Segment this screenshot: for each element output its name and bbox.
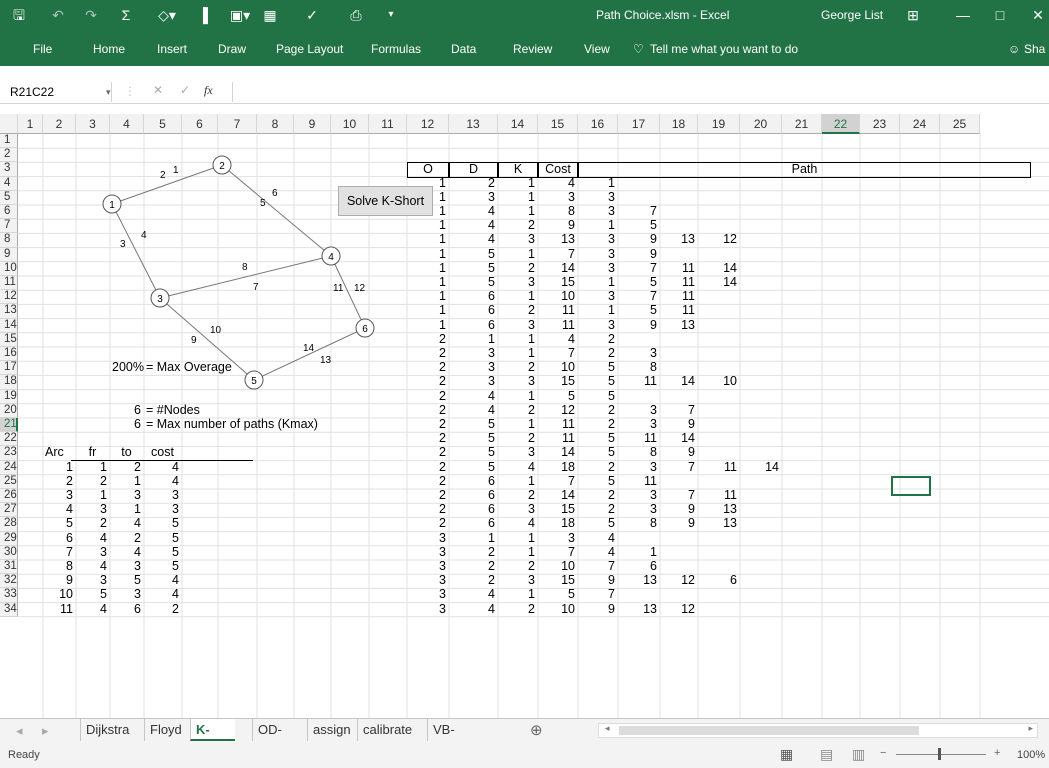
share-icon[interactable]: ☺ xyxy=(1008,41,1020,57)
worksheet-grid[interactable]: 1 2 3 4 5 6 7 8 9 10 11 12 13 14 15 16 17 18 19 20 21 22 23 24 2… xyxy=(0,114,1049,718)
arc-line xyxy=(159,297,255,381)
sheet-tab-floyd[interactable]: Floyd xyxy=(144,719,187,741)
tell-me-box[interactable]: Tell me what you want to do xyxy=(650,41,798,57)
lightbulb-icon: ♡ xyxy=(633,42,644,56)
network-node-label: 4 xyxy=(328,252,334,263)
network-node-label: 1 xyxy=(109,200,115,211)
arc-label: 2 xyxy=(160,170,166,181)
zoom-out-icon[interactable]: − xyxy=(880,747,886,759)
name-box-value: R21C22 xyxy=(10,85,55,99)
arc-line xyxy=(221,164,332,257)
page-break-view-icon[interactable]: ▥ xyxy=(852,746,865,763)
undo-icon[interactable]: ↶ xyxy=(50,7,66,23)
tab-formulas[interactable]: Formulas xyxy=(371,41,421,57)
network-node-label: 6 xyxy=(362,324,368,335)
tab-review[interactable]: Review xyxy=(513,41,552,57)
formula-bar: R21C22 ▾ ⋮ ✕ ✓ fx xyxy=(0,80,1049,104)
arc-label: 3 xyxy=(120,239,126,250)
sheet-tab-od-est[interactable]: OD-Est xyxy=(252,719,287,759)
network-node-label: 5 xyxy=(251,376,257,387)
arc-label: 6 xyxy=(272,188,278,199)
scroll-right-icon[interactable]: ▸ xyxy=(42,723,49,739)
save-icon[interactable]: 🖫 xyxy=(10,7,28,23)
arc-label: 14 xyxy=(303,343,315,354)
arc-line xyxy=(111,203,161,299)
network-diagram: 123456 2 1653487 11 121091413 xyxy=(102,155,375,390)
enter-icon[interactable]: ✓ xyxy=(180,83,190,97)
arc-label: 7 xyxy=(253,282,259,293)
arc-label: 9 xyxy=(191,335,197,346)
close-icon[interactable]: ✕ xyxy=(1030,7,1046,23)
arc-label: 4 xyxy=(141,230,147,241)
name-box[interactable]: R21C22 ▾ xyxy=(4,82,112,102)
tab-page-layout[interactable]: Page Layout xyxy=(276,41,343,57)
new-sheet-icon[interactable]: ⊕ xyxy=(530,721,543,739)
arc-label: 8 xyxy=(242,262,248,273)
window-title: Path Choice.xlsm - Excel xyxy=(596,8,730,22)
arc-line xyxy=(253,327,366,381)
status-ready: Ready xyxy=(8,749,40,761)
arc-label: 13 xyxy=(320,355,332,366)
formula-input[interactable] xyxy=(232,82,1042,102)
hscroll-left-icon[interactable]: ◂ xyxy=(605,723,610,734)
solve-k-short-button[interactable]: Solve K-Short xyxy=(338,186,433,216)
sheet-tabs-bar: ◂ ▸ Dijkstra FloydK-Short OD-Est assigncali… xyxy=(0,718,1049,759)
ribbon-tabs: File Home Insert Draw Page Layout Formul… xyxy=(0,30,1049,66)
arc-label: 5 xyxy=(260,198,266,209)
arc-label: 10 xyxy=(210,325,222,336)
arc-label: 11 xyxy=(333,283,344,294)
shapes-icon[interactable]: ◇▾ xyxy=(155,7,179,23)
zoom-level[interactable]: 100% xyxy=(1017,749,1045,761)
maximize-icon[interactable]: □ xyxy=(992,7,1008,23)
tab-view[interactable]: View xyxy=(584,41,610,57)
tab-file[interactable]: File xyxy=(33,41,52,57)
zoom-in-icon[interactable]: + xyxy=(994,747,1000,759)
sheet-tab-k-short[interactable]: K-Short xyxy=(190,719,235,759)
arc-line xyxy=(111,164,223,205)
print-icon[interactable]: ⎙ xyxy=(348,7,364,23)
arc-label: 12 xyxy=(354,283,366,294)
normal-view-icon[interactable]: ▦ xyxy=(780,746,793,763)
customize-qat-icon[interactable]: ▾ xyxy=(385,7,397,23)
chart-icon[interactable]: ▐ xyxy=(195,7,211,23)
title-bar: 🖫 ↶ ↷ Σ ◇▾ ▐ ▣▾ ▦ ✓ ⎙ ▾ Path Choice.xlsm… xyxy=(0,0,1049,30)
autosum-icon[interactable]: Σ xyxy=(118,7,134,23)
hscroll-thumb[interactable] xyxy=(619,726,919,735)
sheet-tab-dijkstra[interactable]: Dijkstra xyxy=(80,719,134,741)
tab-home[interactable]: Home xyxy=(93,41,125,57)
zoom-slider-thumb[interactable] xyxy=(938,748,941,760)
more-icon: ⋮ xyxy=(124,84,136,98)
arc-label: 1 xyxy=(173,165,179,176)
tab-data[interactable]: Data xyxy=(451,41,476,57)
page-layout-view-icon[interactable]: ▤ xyxy=(820,746,833,763)
selected-cell[interactable] xyxy=(891,476,931,496)
user-name[interactable]: George List xyxy=(821,8,883,22)
ribbon-collapsed-area xyxy=(0,66,1049,80)
horizontal-scrollbar[interactable]: ◂ ▸ xyxy=(598,723,1038,738)
minimize-icon[interactable]: — xyxy=(955,7,971,23)
tab-insert[interactable]: Insert xyxy=(157,41,187,57)
table-icon[interactable]: ▦ xyxy=(262,7,278,23)
sheet-tab-vb-algo[interactable]: VB-Algo xyxy=(427,719,464,759)
name-box-dropdown-icon[interactable]: ▾ xyxy=(106,82,111,102)
zoom-slider[interactable] xyxy=(896,754,986,755)
cancel-icon[interactable]: ✕ xyxy=(153,83,163,97)
scroll-left-icon[interactable]: ◂ xyxy=(16,723,23,739)
macro-icon[interactable]: ✓ xyxy=(304,7,320,23)
tab-draw[interactable]: Draw xyxy=(218,41,246,57)
status-bar: Ready ▦ ▤ ▥ − + 100% xyxy=(0,742,1049,768)
network-node-label: 3 xyxy=(157,294,163,305)
network-node-label: 2 xyxy=(219,161,225,172)
sheet-tab-calibrate[interactable]: calibrate xyxy=(357,719,417,741)
insert-function-icon[interactable]: fx xyxy=(204,83,213,98)
hscroll-right-icon[interactable]: ▸ xyxy=(1028,723,1033,734)
sheet-tab-assign[interactable]: assign xyxy=(307,719,356,741)
share-button[interactable]: Sha xyxy=(1024,41,1045,57)
paste-icon[interactable]: ▣▾ xyxy=(228,7,252,23)
ribbon-display-icon[interactable]: ⊞ xyxy=(905,7,921,23)
redo-icon[interactable]: ↷ xyxy=(83,7,99,23)
